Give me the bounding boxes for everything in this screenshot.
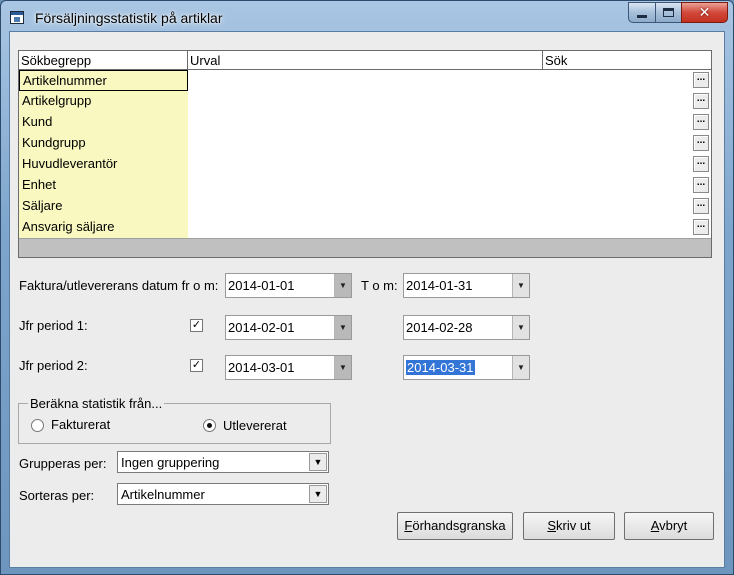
check-icon: ✓ [191,319,202,331]
search-dots-button[interactable]: ... [693,93,709,109]
to-date-combo[interactable]: 2014-01-31 ▼ [403,273,530,298]
row-label[interactable]: Artikelnummer [19,70,188,91]
period1-checkbox[interactable]: ✓ [190,319,203,332]
search-dots-button[interactable]: ... [693,135,709,151]
row-label[interactable]: Säljare [19,196,188,217]
column-header-sokbegrepp[interactable]: Sökbegrepp [19,51,188,69]
search-dots-button[interactable]: ... [693,219,709,235]
sorting-label: Sorteras per: [19,488,95,503]
radio-fakturerat[interactable] [31,419,44,432]
search-dots-button[interactable]: ... [693,156,709,172]
column-header-urval[interactable]: Urval [188,51,543,69]
to-date-label: T o m: [361,278,398,293]
cancel-mnemonic: A [650,518,660,533]
period2-to-combo[interactable]: 2014-03-31 ▼ [403,355,530,380]
to-date-value[interactable]: 2014-01-31 [406,278,473,293]
criteria-grid: Sökbegrepp Urval Sök Artikelnummer ... A… [18,50,712,258]
row-label[interactable]: Huvudleverantör [19,154,188,175]
check-icon: ✓ [191,359,202,371]
close-icon: ✕ [698,4,711,20]
period1-label: Jfr period 1: [19,318,88,333]
grouping-label: Grupperas per: [19,456,107,471]
grouping-value[interactable]: Ingen gruppering [121,455,219,470]
row-label[interactable]: Ansvarig säljare [19,217,188,238]
maximize-button[interactable] [655,2,681,23]
grouping-select[interactable]: Ingen gruppering ▼ [117,451,329,473]
grid-row-enhet[interactable]: Enhet ... [19,175,711,196]
preview-label: örhandsgranska [412,518,506,533]
period2-from-value[interactable]: 2014-03-01 [228,360,295,375]
period2-checkbox[interactable]: ✓ [190,359,203,372]
print-label: kriv ut [556,518,591,533]
chevron-down-icon[interactable]: ▼ [512,316,529,339]
period1-to-value[interactable]: 2014-02-28 [406,320,473,335]
grid-row-huvudleverantor[interactable]: Huvudleverantör ... [19,154,711,175]
close-button[interactable]: ✕ [681,2,728,23]
column-header-sok[interactable]: Sök [543,51,711,69]
period2-label: Jfr period 2: [19,358,88,373]
chevron-down-icon[interactable]: ▼ [512,356,529,379]
minimize-button[interactable] [628,2,655,23]
period1-from-combo[interactable]: 2014-02-01 ▼ [225,315,352,340]
grid-row-saljare[interactable]: Säljare ... [19,196,711,217]
search-dots-button[interactable]: ... [693,177,709,193]
grid-header: Sökbegrepp Urval Sök [19,51,711,70]
print-mnemonic: S [547,518,556,533]
grid-row-artikelgrupp[interactable]: Artikelgrupp ... [19,91,711,112]
title-bar[interactable]: Försäljningsstatistik på artiklar ✕ [1,1,733,31]
row-label[interactable]: Kund [19,112,188,133]
grid-footer [19,238,711,257]
chevron-down-icon[interactable]: ▼ [309,485,327,503]
grid-row-kundgrupp[interactable]: Kundgrupp ... [19,133,711,154]
chevron-down-icon[interactable]: ▼ [334,316,351,339]
radio-utlevererat-label[interactable]: Utlevererat [223,418,287,433]
chevron-down-icon[interactable]: ▼ [309,453,327,471]
window-controls: ✕ [628,2,728,23]
preview-button[interactable]: Förhandsgranska [397,512,513,540]
row-label[interactable]: Kundgrupp [19,133,188,154]
from-date-value[interactable]: 2014-01-01 [228,278,295,293]
window-title: Försäljningsstatistik på artiklar [35,10,223,26]
sorting-value[interactable]: Artikelnummer [121,487,205,502]
app-icon [10,11,24,24]
print-button[interactable]: Skriv ut [523,512,615,540]
grid-row-ansvarig-saljare[interactable]: Ansvarig säljare ... [19,217,711,238]
from-date-combo[interactable]: 2014-01-01 ▼ [225,273,352,298]
grid-row-kund[interactable]: Kund ... [19,112,711,133]
period2-to-value[interactable]: 2014-03-31 [406,360,475,375]
radio-fakturerat-label[interactable]: Fakturerat [51,417,110,432]
from-date-label: Faktura/utlevererans datum fr o m: [19,278,219,293]
chevron-down-icon[interactable]: ▼ [512,274,529,297]
grid-row-artikelnummer[interactable]: Artikelnummer ... [19,70,711,91]
row-label[interactable]: Enhet [19,175,188,196]
period1-from-value[interactable]: 2014-02-01 [228,320,295,335]
sorting-select[interactable]: Artikelnummer ▼ [117,483,329,505]
cancel-button[interactable]: Avbryt [624,512,714,540]
search-dots-button[interactable]: ... [693,114,709,130]
row-label[interactable]: Artikelgrupp [19,91,188,112]
statistics-source-title: Beräkna statistik från... [28,396,165,411]
search-dots-button[interactable]: ... [693,198,709,214]
period2-from-combo[interactable]: 2014-03-01 ▼ [225,355,352,380]
radio-utlevererat[interactable] [203,419,216,432]
chevron-down-icon[interactable]: ▼ [334,356,351,379]
chevron-down-icon[interactable]: ▼ [334,274,351,297]
period1-to-combo[interactable]: 2014-02-28 ▼ [403,315,530,340]
maximize-icon [663,8,674,17]
minimize-icon [637,14,647,18]
grid-body: Artikelnummer ... Artikelgrupp ... Kund … [19,70,711,238]
cancel-label: vbryt [659,518,688,533]
search-dots-button[interactable]: ... [693,72,709,88]
